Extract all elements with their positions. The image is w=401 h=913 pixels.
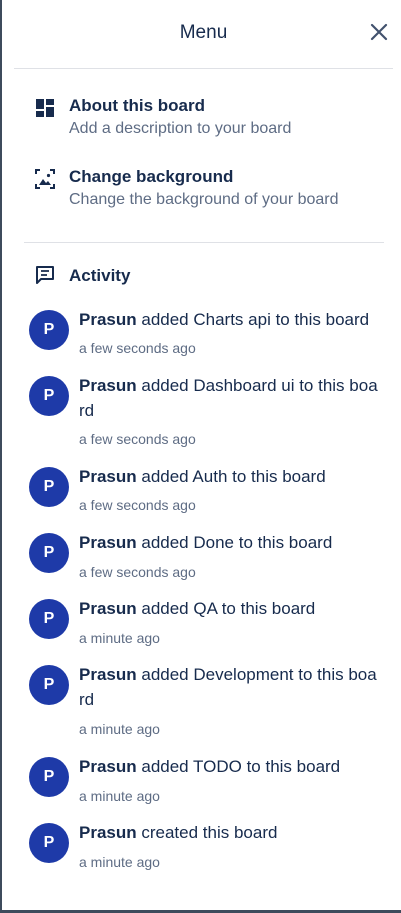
activity-user[interactable]: Prasun: [79, 823, 137, 842]
activity-text: Prasun added Charts api to this board: [79, 307, 379, 332]
comment-icon: [36, 266, 54, 284]
close-icon: [370, 23, 388, 41]
activity-action: created this board: [136, 823, 278, 842]
menu-panel: Menu About this board Add a description …: [0, 0, 401, 913]
activity-action: added QA to this board: [136, 599, 316, 618]
activity-user[interactable]: Prasun: [79, 599, 137, 618]
activity-time[interactable]: a minute ago: [79, 721, 160, 737]
activity-time[interactable]: a few seconds ago: [79, 431, 196, 447]
activity-time[interactable]: a minute ago: [79, 630, 160, 646]
activity-text: Prasun added Development to this board: [79, 662, 379, 712]
avatar[interactable]: P: [29, 310, 69, 350]
avatar[interactable]: P: [29, 757, 69, 797]
avatar[interactable]: P: [29, 665, 69, 705]
change-background-subtitle: Change the background of your board: [69, 191, 339, 208]
change-background-title: Change background: [69, 167, 234, 186]
image-icon: [35, 169, 55, 189]
avatar[interactable]: P: [29, 599, 69, 639]
activity-text: Prasun created this board: [79, 820, 379, 845]
avatar[interactable]: P: [29, 823, 69, 863]
activity-time[interactable]: a few seconds ago: [79, 340, 196, 356]
activity-time[interactable]: a minute ago: [79, 854, 160, 870]
activity-action: added Done to this board: [136, 533, 333, 552]
activity-action: added TODO to this board: [136, 757, 341, 776]
activity-text: Prasun added Dashboard ui to this board: [79, 373, 379, 423]
activity-time[interactable]: a minute ago: [79, 788, 160, 804]
activity-text: Prasun added Done to this board: [79, 530, 379, 555]
activity-user[interactable]: Prasun: [79, 533, 137, 552]
about-board-title: About this board: [69, 96, 205, 115]
menu-header: Menu: [14, 0, 393, 69]
close-button[interactable]: [367, 20, 391, 44]
activity-user[interactable]: Prasun: [79, 467, 137, 486]
activity-action: added Charts api to this board: [136, 310, 370, 329]
activity-user[interactable]: Prasun: [79, 665, 137, 684]
activity-text: Prasun added TODO to this board: [79, 754, 379, 779]
about-board-subtitle: Add a description to your board: [69, 120, 292, 137]
menu-title: Menu: [179, 22, 228, 43]
activity-text: Prasun added QA to this board: [79, 596, 379, 621]
activity-time[interactable]: a few seconds ago: [79, 564, 196, 580]
activity-title: Activity: [69, 266, 131, 285]
activity-time[interactable]: a few seconds ago: [79, 497, 196, 513]
activity-user[interactable]: Prasun: [79, 376, 137, 395]
avatar[interactable]: P: [29, 376, 69, 416]
divider: [24, 242, 384, 243]
activity-text: Prasun added Auth to this board: [79, 464, 379, 489]
activity-user[interactable]: Prasun: [79, 757, 137, 776]
avatar[interactable]: P: [29, 467, 69, 507]
activity-user[interactable]: Prasun: [79, 310, 137, 329]
avatar[interactable]: P: [29, 533, 69, 573]
board-icon: [36, 99, 54, 117]
activity-action: added Auth to this board: [136, 467, 326, 486]
